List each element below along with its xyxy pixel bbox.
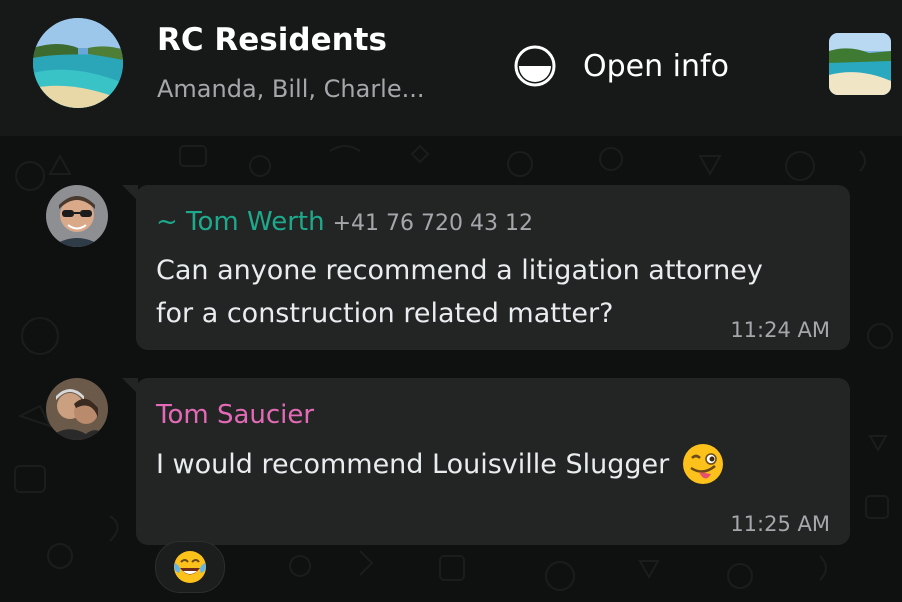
sender-phone: +41 76 720 43 12 [332, 211, 533, 236]
group-title[interactable]: RC Residents [157, 22, 387, 58]
sender-avatar[interactable] [46, 378, 108, 440]
chat-window: RC Residents Amanda, Bill, Charle... Ope… [0, 0, 902, 602]
group-members[interactable]: Amanda, Bill, Charle... [157, 75, 425, 103]
message-line: Can anyone recommend a litigation attorn… [156, 255, 763, 286]
winking-face-with-tongue-icon [683, 444, 724, 484]
sender-name[interactable]: ~ Tom Werth [156, 207, 325, 237]
message-text: I would recommend Louisville Slugger [156, 442, 725, 486]
message-bubble[interactable]: ~ Tom Werth +41 76 720 43 12 Can anyone r… [122, 185, 850, 350]
open-info-button[interactable]: Open info [513, 44, 729, 88]
message-line: I would recommend Louisville Slugger [156, 448, 670, 480]
chat-header: RC Residents Amanda, Bill, Charle... Ope… [0, 0, 902, 136]
sender-row: ~ Tom Werth +41 76 720 43 12 [156, 207, 533, 237]
message-reaction[interactable] [155, 541, 225, 593]
face-with-tears-of-joy-icon [174, 551, 206, 583]
message-time: 11:25 AM [730, 512, 830, 536]
sender-row: Tom Saucier [156, 400, 314, 430]
message-text: Can anyone recommend a litigation attorn… [156, 249, 763, 335]
message-line: for a construction related matter? [156, 298, 614, 329]
info-face-icon [514, 45, 556, 87]
media-thumbnail[interactable] [829, 33, 891, 95]
open-info-label: Open info [583, 48, 729, 84]
message-time: 11:24 AM [730, 318, 830, 342]
sender-name[interactable]: Tom Saucier [156, 400, 314, 430]
message-bubble[interactable]: Tom Saucier I would recommend Louisville… [122, 378, 850, 545]
group-avatar[interactable] [33, 18, 123, 108]
message-list[interactable]: ~ Tom Werth +41 76 720 43 12 Can anyone r… [0, 136, 902, 602]
sender-avatar[interactable] [46, 185, 108, 247]
